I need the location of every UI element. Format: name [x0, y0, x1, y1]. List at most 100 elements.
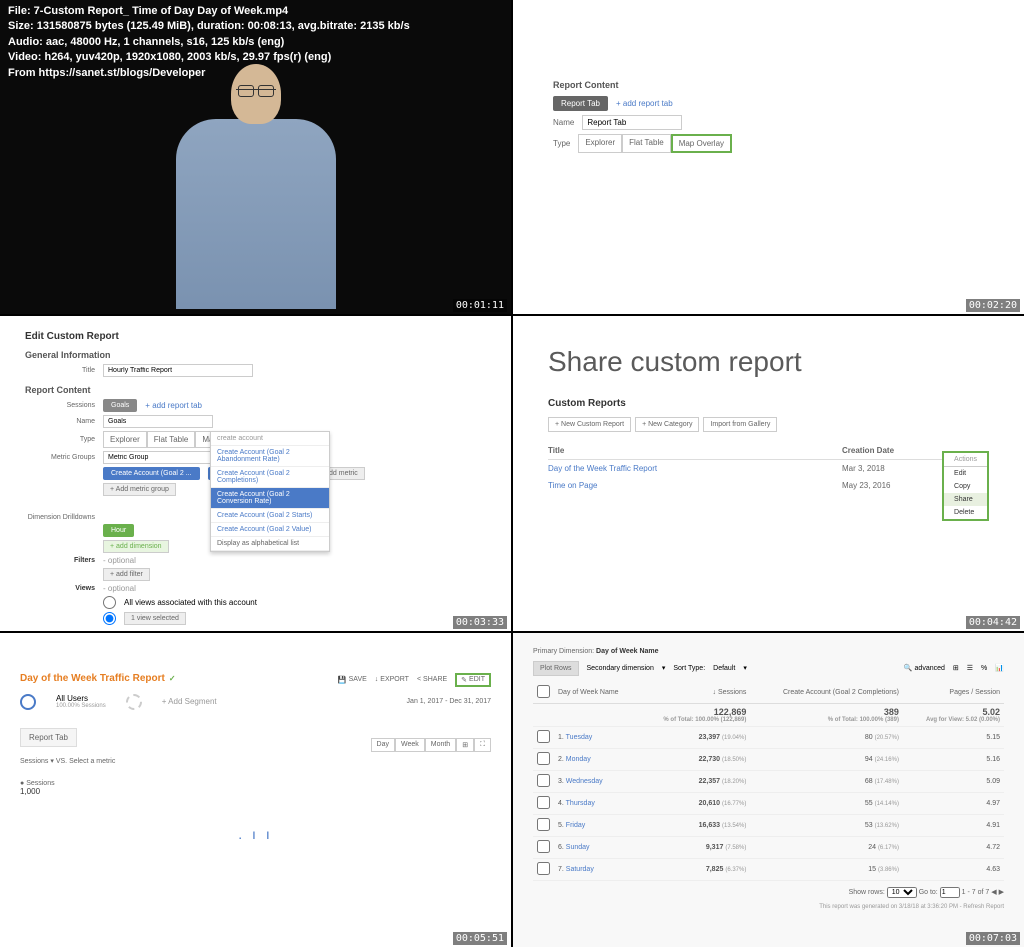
report-tab[interactable]: Report Tab: [20, 728, 77, 747]
optional-text: - optional: [103, 584, 136, 593]
import-gallery-button[interactable]: Import from Gallery: [703, 417, 777, 432]
row-checkbox[interactable]: [537, 730, 550, 743]
goto-input[interactable]: [940, 887, 960, 898]
sessions-axis-value: 1,000: [20, 787, 491, 796]
add-segment-button[interactable]: + Add Segment: [162, 697, 217, 706]
dd-item[interactable]: Create Account (Goal 2 Abandonment Rate): [211, 446, 329, 467]
new-custom-report-button[interactable]: + New Custom Report: [548, 417, 631, 432]
type-flat-table[interactable]: Flat Table: [147, 431, 196, 448]
day-link[interactable]: Saturday: [566, 866, 594, 873]
day-link[interactable]: Sunday: [566, 844, 590, 851]
share-button[interactable]: < SHARE: [417, 673, 447, 687]
views-selected-btn[interactable]: 1 view selected: [124, 612, 186, 625]
title-input[interactable]: [103, 364, 253, 377]
dd-item[interactable]: Create Account (Goal 2 Value): [211, 523, 329, 537]
add-tab-link[interactable]: + add report tab: [145, 401, 202, 410]
select-all-checkbox[interactable]: [537, 685, 550, 698]
row-checkbox[interactable]: [537, 862, 550, 875]
dimension-hour-pill[interactable]: Hour: [103, 524, 134, 537]
dd-search-label: create account: [211, 432, 329, 446]
day-link[interactable]: Monday: [566, 756, 591, 763]
primary-dim-value: Day of Week Name: [596, 648, 659, 655]
action-delete[interactable]: Delete: [944, 506, 987, 519]
row-checkbox[interactable]: [537, 796, 550, 809]
view-month-button[interactable]: Month: [425, 738, 456, 752]
thumbnail-edit-custom-report: Edit Custom Report General Information T…: [0, 316, 511, 630]
type-label: Type: [25, 436, 95, 443]
views-all-radio[interactable]: [103, 596, 116, 609]
show-rows-select[interactable]: 10: [887, 887, 917, 898]
gen-info-heading: General Information: [25, 350, 486, 360]
vs-label: VS.: [56, 758, 67, 765]
type-explorer[interactable]: Explorer: [103, 431, 147, 448]
save-button[interactable]: 💾 SAVE: [338, 673, 367, 687]
sort-default[interactable]: Default: [713, 665, 735, 672]
dd-item[interactable]: Create Account (Goal 2 Starts): [211, 509, 329, 523]
video-thumbnail-grid: 00:01:11 Report Content Report Tab + add…: [0, 0, 1024, 947]
secondary-dim-dropdown[interactable]: Secondary dimension: [587, 665, 654, 672]
metric-group-input[interactable]: [103, 451, 213, 464]
export-button[interactable]: ↓ EXPORT: [375, 673, 409, 687]
name-input[interactable]: [582, 115, 682, 130]
prev-icon[interactable]: ◀: [991, 889, 996, 896]
view-week-button[interactable]: Week: [395, 738, 425, 752]
col-sessions[interactable]: Sessions: [718, 689, 746, 696]
day-link[interactable]: Thursday: [566, 800, 595, 807]
type-map-overlay[interactable]: Map Overlay: [671, 134, 732, 153]
add-filter-button[interactable]: + add filter: [103, 568, 150, 581]
view-icon[interactable]: ⊞: [953, 664, 959, 672]
type-flat-table[interactable]: Flat Table: [622, 134, 671, 153]
table-row: 6. Sunday 9,317 (7.58%) 24 (6.17%) 4.72: [533, 836, 1004, 858]
action-edit[interactable]: Edit: [944, 467, 987, 480]
dd-footer[interactable]: Display as alphabetical list: [211, 537, 329, 551]
report-tab-chip[interactable]: Report Tab: [553, 96, 608, 111]
report-link[interactable]: Day of the Week Traffic Report: [548, 464, 842, 473]
report-link[interactable]: Time on Page: [548, 481, 842, 490]
add-dimension-button[interactable]: + add dimension: [103, 540, 169, 553]
row-checkbox[interactable]: [537, 774, 550, 787]
view-icon[interactable]: %: [981, 665, 987, 672]
page-title: Edit Custom Report: [25, 331, 486, 342]
action-copy[interactable]: Copy: [944, 480, 987, 493]
day-link[interactable]: Friday: [566, 822, 585, 829]
row-checkbox[interactable]: [537, 840, 550, 853]
speaker-figure: [166, 54, 346, 314]
row-checkbox[interactable]: [537, 818, 550, 831]
view-icon[interactable]: 📊: [995, 664, 1004, 672]
goals-tab[interactable]: Goals: [103, 399, 137, 412]
col-pages[interactable]: Pages / Session: [903, 682, 1004, 704]
next-icon[interactable]: ▶: [999, 889, 1004, 896]
thumbnail-report-content: Report Content Report Tab + add report t…: [513, 0, 1024, 314]
advanced-search[interactable]: advanced: [915, 665, 945, 672]
col-create[interactable]: Create Account (Goal 2 Completions): [750, 682, 903, 704]
expand-icon[interactable]: ⛶: [474, 738, 491, 752]
action-share[interactable]: Share: [944, 493, 987, 506]
day-link[interactable]: Tuesday: [566, 734, 593, 741]
plot-rows-button[interactable]: Plot Rows: [533, 661, 579, 676]
dimension-label: Dimension Drilldowns: [25, 514, 95, 521]
dd-item[interactable]: Create Account (Goal 2 Completions): [211, 467, 329, 488]
view-day-button[interactable]: Day: [371, 738, 395, 752]
view-icon[interactable]: ☰: [967, 664, 973, 672]
add-metric-group-button[interactable]: + Add metric group: [103, 483, 176, 496]
sessions-dropdown[interactable]: Sessions: [20, 758, 48, 765]
grid-icon[interactable]: ⊞: [456, 738, 474, 752]
metric-pill-1[interactable]: Create Account (Goal 2 ...: [103, 467, 200, 480]
edit-button[interactable]: ✎ EDIT: [455, 673, 491, 687]
day-link[interactable]: Wednesday: [566, 778, 603, 785]
new-category-button[interactable]: + New Category: [635, 417, 699, 432]
custom-reports-heading: Custom Reports: [548, 398, 989, 409]
dd-item-selected[interactable]: Create Account (Goal 2 Conversion Rate): [211, 488, 329, 509]
type-explorer[interactable]: Explorer: [578, 134, 622, 153]
add-report-tab-link[interactable]: + add report tab: [616, 99, 673, 108]
optional-text: - optional: [103, 556, 136, 565]
thumbnail-traffic-report: Day of the Week Traffic Report 💾 SAVE ↓ …: [0, 633, 511, 947]
timestamp: 00:07:03: [966, 932, 1020, 945]
views-selected-radio[interactable]: [103, 612, 116, 625]
col-day[interactable]: Day of Week Name: [554, 682, 638, 704]
row-checkbox[interactable]: [537, 752, 550, 765]
primary-dim-label: Primary Dimension:: [533, 648, 594, 655]
date-range[interactable]: Jan 1, 2017 - Dec 31, 2017: [407, 698, 491, 705]
select-metric-dropdown[interactable]: Select a metric: [69, 758, 115, 765]
name-input[interactable]: [103, 415, 213, 428]
